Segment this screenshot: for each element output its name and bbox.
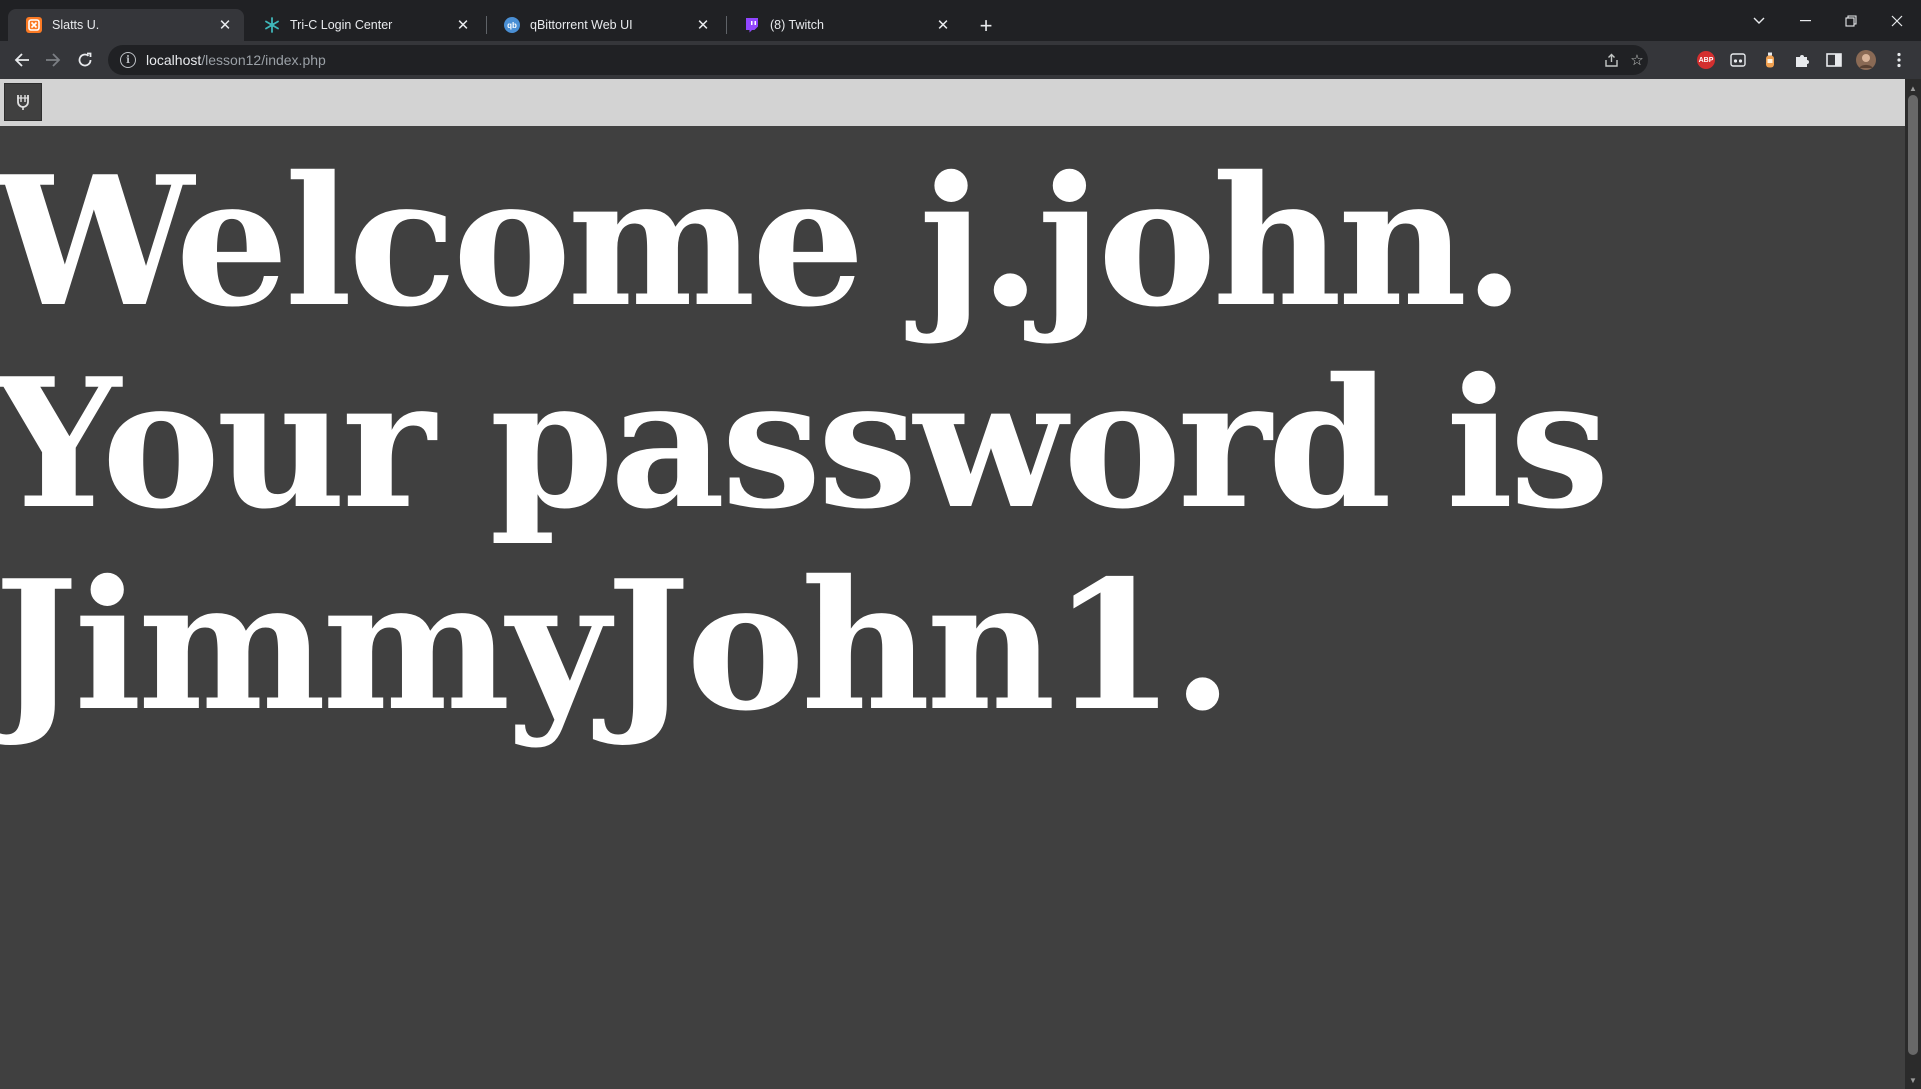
- adblock-plus-icon[interactable]: ABP: [1695, 49, 1717, 71]
- bookmark-star-icon[interactable]: ☆: [1624, 45, 1650, 75]
- tab-slatts-u[interactable]: Slatts U. ✕: [8, 9, 244, 41]
- restore-icon: [1845, 14, 1857, 27]
- twitch-icon: [744, 17, 760, 33]
- share-icon[interactable]: [1598, 45, 1624, 75]
- reload-icon: [78, 52, 92, 67]
- address-bar[interactable]: i localhost/lesson12/index.php ☆: [108, 45, 1648, 75]
- snowflake-icon: [264, 17, 280, 33]
- minimize-button[interactable]: [1782, 0, 1828, 41]
- close-icon[interactable]: ✕: [934, 16, 952, 34]
- chevron-down-icon: [1753, 17, 1765, 24]
- xampp-icon: [26, 17, 42, 33]
- back-button[interactable]: [7, 45, 37, 75]
- tab-twitch[interactable]: (8) Twitch ✕: [726, 9, 962, 41]
- site-logo-button[interactable]: [4, 83, 42, 121]
- url-host: localhost: [146, 52, 202, 68]
- side-panel-icon[interactable]: [1823, 49, 1845, 71]
- scrollbar-thumb[interactable]: [1908, 95, 1918, 1055]
- tab-qbittorrent-web-ui[interactable]: qb qBittorrent Web UI ✕: [486, 9, 722, 41]
- arrow-right-icon: [46, 53, 61, 67]
- reader-icon[interactable]: [1727, 49, 1749, 71]
- qbittorrent-icon: qb: [504, 17, 520, 33]
- close-icon[interactable]: ✕: [454, 16, 472, 34]
- bottle-icon[interactable]: [1759, 49, 1781, 71]
- browser-toolbar: i localhost/lesson12/index.php ☆ ABP: [0, 41, 1921, 79]
- close-window-button[interactable]: [1874, 0, 1920, 41]
- arrow-left-icon: [14, 53, 29, 67]
- close-icon[interactable]: ✕: [216, 16, 234, 34]
- tab-tri-c-login-center[interactable]: Tri-C Login Center ✕: [246, 9, 482, 41]
- site-info-icon[interactable]: i: [120, 52, 136, 68]
- url-path: /lesson12/index.php: [201, 52, 326, 68]
- tab-title: Tri-C Login Center: [290, 18, 393, 32]
- close-icon: [1891, 15, 1903, 26]
- new-tab-button[interactable]: +: [972, 12, 1000, 40]
- tab-strip: Slatts U. ✕ Tri-C Login Center ✕ qb qBit…: [0, 0, 1921, 41]
- page-top-bar: [0, 79, 1905, 126]
- tab-search-button[interactable]: [1736, 0, 1782, 41]
- reload-button[interactable]: [70, 45, 100, 75]
- tab-title: (8) Twitch: [770, 18, 824, 32]
- xampp-logo-icon: [17, 95, 29, 110]
- restore-button[interactable]: [1828, 0, 1874, 41]
- welcome-heading: Welcome j.john. Your password is JimmyJo…: [0, 137, 1610, 750]
- scroll-down-arrow-icon[interactable]: ▼: [1905, 1073, 1921, 1087]
- vertical-scrollbar[interactable]: ▲ ▼: [1905, 79, 1921, 1089]
- tab-title: qBittorrent Web UI: [530, 18, 633, 32]
- puzzle-icon[interactable]: [1791, 49, 1813, 71]
- page-viewport: Welcome j.john. Your password is JimmyJo…: [0, 79, 1921, 1089]
- forward-button[interactable]: [38, 45, 68, 75]
- tab-title: Slatts U.: [52, 18, 100, 32]
- close-icon[interactable]: ✕: [694, 16, 712, 34]
- plus-icon: +: [979, 13, 993, 38]
- profile-avatar[interactable]: [1855, 49, 1877, 71]
- menu-kebab-icon[interactable]: [1888, 49, 1910, 71]
- minimize-icon: [1799, 19, 1811, 21]
- scroll-up-arrow-icon[interactable]: ▲: [1905, 81, 1921, 95]
